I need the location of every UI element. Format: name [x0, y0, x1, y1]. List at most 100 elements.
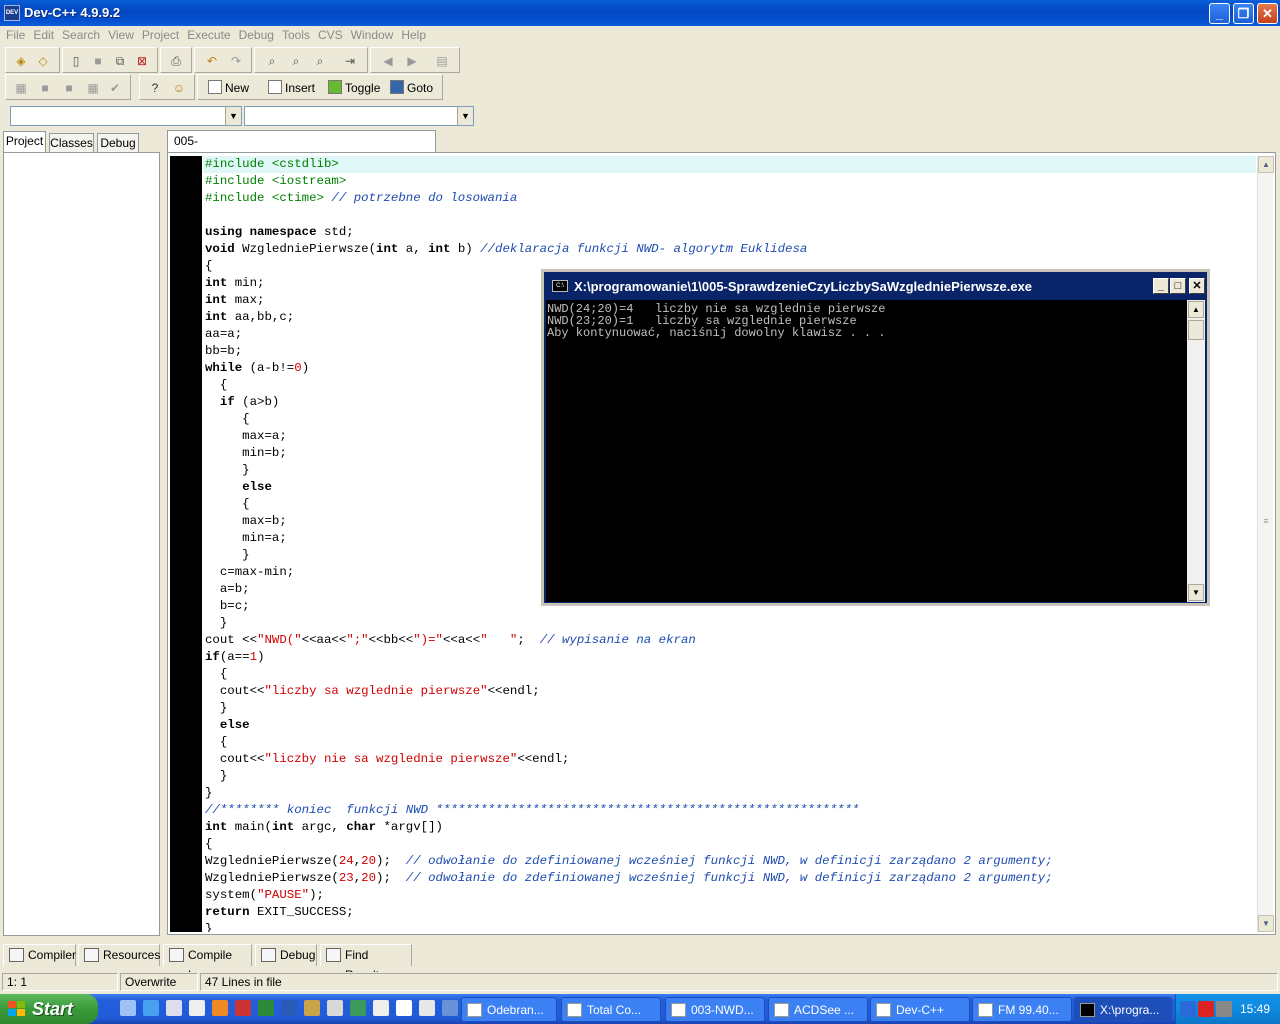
- restore-button[interactable]: ❐: [1233, 3, 1254, 24]
- code-line[interactable]: int max;: [205, 292, 265, 309]
- code-line[interactable]: WzgledniePierwsze(24,20); // odwołanie d…: [205, 853, 1053, 870]
- menu-execute[interactable]: Execute: [183, 26, 234, 42]
- about-icon[interactable]: ☺: [170, 79, 188, 97]
- checklist-icon[interactable]: [396, 1000, 412, 1016]
- undo-icon[interactable]: ↶: [203, 52, 221, 70]
- scroll-up-icon[interactable]: ▲: [1258, 156, 1274, 173]
- acrobat-icon[interactable]: [235, 1000, 251, 1016]
- title-bar[interactable]: DEV Dev-C++ 4.9.9.2 _ ❐ ✕: [0, 0, 1280, 26]
- save-all-icon[interactable]: ⧉: [111, 52, 129, 70]
- console-maximize-button[interactable]: □: [1170, 278, 1186, 294]
- ie-icon[interactable]: [143, 1000, 159, 1016]
- chevron-left-icon[interactable]: [1180, 1001, 1196, 1017]
- code-line[interactable]: #include <ctime> // potrzebne do losowan…: [205, 190, 517, 207]
- code-line[interactable]: else: [205, 717, 250, 734]
- code-line[interactable]: min=a;: [205, 530, 287, 547]
- app-icon[interactable]: [327, 1000, 343, 1016]
- help-icon[interactable]: ?: [146, 79, 164, 97]
- member-combo[interactable]: ▼: [244, 106, 474, 126]
- insert-button[interactable]: Insert: [268, 79, 315, 97]
- scroll-down-icon[interactable]: ▼: [1188, 584, 1204, 601]
- redo-icon[interactable]: ↷: [227, 52, 245, 70]
- console-vertical-scrollbar[interactable]: ▲ ▼: [1187, 300, 1205, 602]
- code-line[interactable]: while (a-b!=0): [205, 360, 309, 377]
- code-line[interactable]: a=b;: [205, 581, 250, 598]
- code-line[interactable]: bb=b;: [205, 343, 242, 360]
- network-icon[interactable]: [1216, 1001, 1232, 1017]
- code-line[interactable]: }: [205, 785, 212, 802]
- tab-classes[interactable]: Classes: [49, 133, 94, 153]
- open-project-icon[interactable]: ◈: [12, 52, 30, 70]
- scroll-thumb[interactable]: [1188, 320, 1204, 340]
- code-line[interactable]: else: [205, 479, 272, 496]
- goto-button[interactable]: Goto: [390, 79, 433, 97]
- start-button[interactable]: Start: [0, 994, 98, 1024]
- code-line[interactable]: {: [205, 411, 249, 428]
- forward-icon[interactable]: ▶: [403, 52, 421, 70]
- code-line[interactable]: }: [205, 921, 212, 932]
- compile-icon[interactable]: ▦: [12, 79, 30, 97]
- code-line[interactable]: //******** koniec funkcji NWD **********…: [205, 802, 859, 819]
- console-minimize-button[interactable]: _: [1153, 278, 1169, 294]
- back-icon[interactable]: ◀: [379, 52, 397, 70]
- tab-debug-output[interactable]: Debug: [255, 944, 317, 966]
- more-icon[interactable]: [442, 1000, 458, 1016]
- menu-tools[interactable]: Tools: [278, 26, 314, 42]
- notepad-icon[interactable]: [189, 1000, 205, 1016]
- menu-view[interactable]: View: [104, 26, 138, 42]
- app-icon[interactable]: [419, 1000, 435, 1016]
- editor-gutter[interactable]: [170, 156, 202, 932]
- code-line[interactable]: if (a>b): [205, 394, 280, 411]
- code-line[interactable]: #include <iostream>: [205, 173, 346, 190]
- code-line[interactable]: if(a==1): [205, 649, 265, 666]
- console-output[interactable]: NWD(24;20)=4 liczby nie sa wzglednie pie…: [546, 300, 1187, 602]
- console-icon[interactable]: C:\: [552, 280, 568, 292]
- replace-icon[interactable]: ⌕: [287, 52, 305, 70]
- rebuild-icon[interactable]: ▦: [84, 79, 102, 97]
- scroll-up-icon[interactable]: ▲: [1188, 301, 1204, 318]
- close-file-icon[interactable]: ⊠: [133, 52, 151, 70]
- menu-window[interactable]: Window: [347, 26, 398, 42]
- new-button[interactable]: New: [208, 79, 249, 97]
- code-line[interactable]: system("PAUSE");: [205, 887, 324, 904]
- tab-debug[interactable]: Debug: [97, 133, 139, 153]
- code-line[interactable]: }: [205, 547, 249, 564]
- menu-help[interactable]: Help: [397, 26, 430, 42]
- code-line[interactable]: {: [205, 377, 227, 394]
- code-line[interactable]: }: [205, 615, 227, 632]
- editor-tab-file[interactable]: 005-SprawdzenieCzyLiczbySaWzgledniePierw…: [167, 130, 440, 168]
- check-icon[interactable]: ✔: [106, 79, 124, 97]
- tab-find-results[interactable]: Find Results: [320, 944, 412, 982]
- download-icon[interactable]: [373, 1000, 389, 1016]
- code-line[interactable]: int min;: [205, 275, 265, 292]
- code-line[interactable]: {: [205, 836, 212, 853]
- code-line[interactable]: max=b;: [205, 513, 287, 530]
- goto-line-icon[interactable]: ⇥: [341, 52, 359, 70]
- app-icon[interactable]: [350, 1000, 366, 1016]
- tab-compiler[interactable]: Compiler: [3, 944, 76, 966]
- close-project-icon[interactable]: ◇: [34, 52, 52, 70]
- code-line[interactable]: void WzgledniePierwsze(int a, int b) //d…: [205, 241, 807, 258]
- chevron-down-icon[interactable]: ▼: [225, 107, 241, 125]
- code-line[interactable]: }: [205, 462, 249, 479]
- code-line[interactable]: WzgledniePierwsze(23,20); // odwołanie d…: [205, 870, 1053, 887]
- task-odebrane[interactable]: Odebran...: [461, 997, 557, 1022]
- project-tree-panel[interactable]: [3, 152, 160, 936]
- code-line[interactable]: min=b;: [205, 445, 287, 462]
- code-line[interactable]: {: [205, 496, 249, 513]
- console-window[interactable]: C:\ X:\programowanie\1\005-SprawdzenieCz…: [541, 269, 1210, 606]
- minimize-button[interactable]: _: [1209, 3, 1230, 24]
- menu-cvs[interactable]: CVS: [314, 26, 347, 42]
- scroll-down-icon[interactable]: ▼: [1258, 915, 1274, 932]
- firefox-icon[interactable]: [212, 1000, 228, 1016]
- task-devcpp[interactable]: Dev-C++: [870, 997, 970, 1022]
- code-line[interactable]: cout<<"liczby nie sa wzglednie pierwsze"…: [205, 751, 570, 768]
- code-line[interactable]: {: [205, 734, 227, 751]
- task-fm-radio[interactable]: FM 99.40...: [972, 997, 1072, 1022]
- explorer-icon[interactable]: [304, 1000, 320, 1016]
- devcpp-app-icon[interactable]: DEV: [4, 5, 20, 21]
- code-line[interactable]: int main(int argc, char *argv[]): [205, 819, 443, 836]
- code-line[interactable]: cout<<"liczby sa wzglednie pierwsze"<<en…: [205, 683, 540, 700]
- console-close-button[interactable]: ✕: [1189, 278, 1205, 294]
- code-line[interactable]: int aa,bb,c;: [205, 309, 294, 326]
